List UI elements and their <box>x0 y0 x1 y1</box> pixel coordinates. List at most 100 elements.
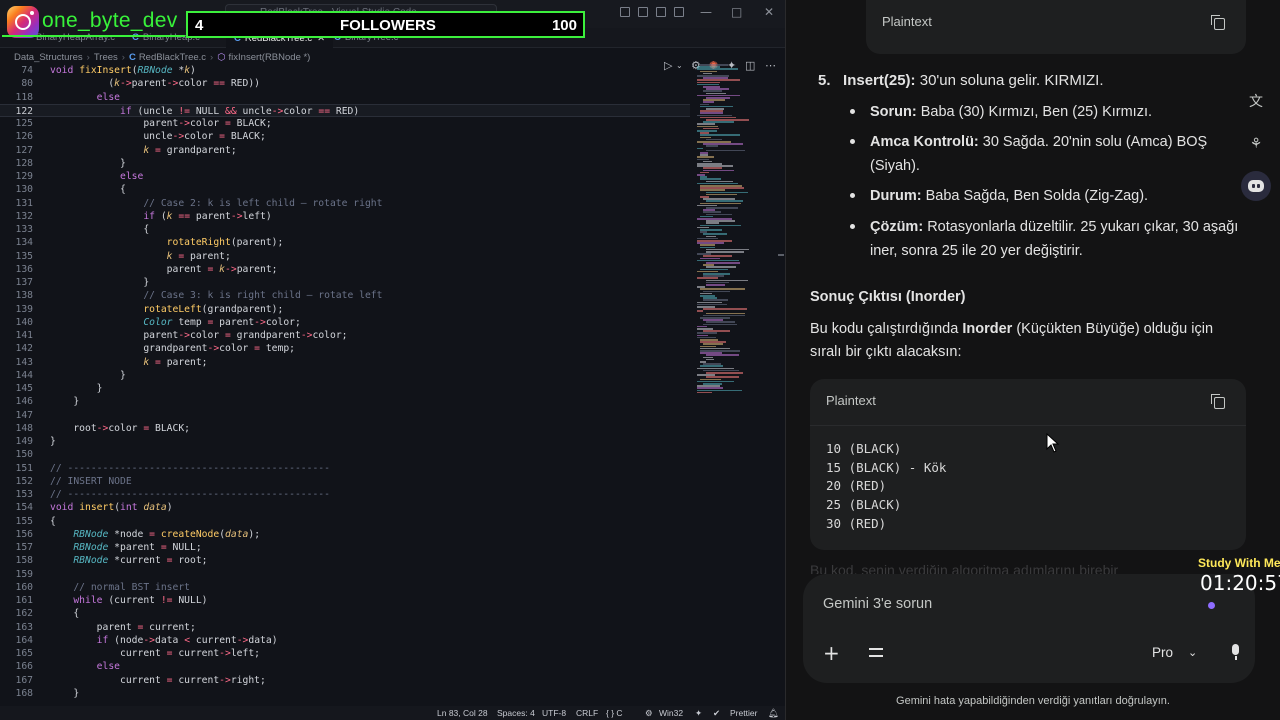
platform[interactable]: Win32 <box>659 708 683 718</box>
code-line[interactable]: 166 else <box>0 660 690 673</box>
code-line[interactable]: 160 // normal BST insert <box>0 581 690 594</box>
code-line[interactable]: 136 parent = k->parent; <box>0 263 690 276</box>
prompt-input[interactable]: Gemini 3'e sorun <box>823 596 932 612</box>
tools-icon[interactable] <box>869 646 885 660</box>
code-line[interactable]: 135 k = parent; <box>0 250 690 263</box>
code-line[interactable]: 164 if (node->data < current->data) <box>0 634 690 647</box>
code-area[interactable]: 74 void fixInsert(RBNode *k) 80 (k->parent… <box>0 64 690 706</box>
breadcrumb-folder[interactable]: Trees <box>94 52 118 63</box>
line-number: 132 <box>15 210 34 222</box>
code-line[interactable]: 168 } <box>0 687 690 700</box>
notifications-bell-icon[interactable]: 🔔︎ <box>768 708 779 719</box>
code-line[interactable]: 147 <box>0 409 690 422</box>
code-line[interactable]: 144 } <box>0 369 690 382</box>
code-line[interactable]: 157 RBNode *parent = NULL; <box>0 541 690 554</box>
code-line[interactable]: 129 else <box>0 170 690 183</box>
minimap[interactable] <box>693 64 775 394</box>
line-number: 126 <box>15 131 34 143</box>
code-line[interactable]: 149} <box>0 435 690 448</box>
code-line[interactable]: 152 // INSERT NODE <box>0 475 690 488</box>
mic-icon[interactable] <box>1230 644 1240 662</box>
code-line[interactable]: 130 { <box>0 183 690 196</box>
bot-icon[interactable] <box>1241 171 1271 201</box>
copilot-status-icon[interactable]: ✦ <box>695 708 702 719</box>
code-line[interactable]: 125 parent->color = BLACK; <box>0 117 690 130</box>
line-ending[interactable]: CRLF <box>576 708 598 718</box>
copy-icon[interactable] <box>1211 394 1225 409</box>
code-line[interactable]: 132 if (k == parent->left) <box>0 210 690 223</box>
layout-icon[interactable] <box>620 7 630 17</box>
translate-icon[interactable]: 文 <box>1241 87 1271 117</box>
line-source: RBNode *node = createNode(data); <box>73 528 261 540</box>
toggle-primary-sidebar-icon[interactable] <box>638 7 648 17</box>
c-file-icon: C <box>132 32 139 43</box>
code-line[interactable]: 150 <box>0 448 690 461</box>
close-window-icon[interactable]: ✕ <box>764 5 774 19</box>
toggle-panel-icon[interactable] <box>656 7 666 17</box>
code-line[interactable]: 134 rotateRight(parent); <box>0 236 690 249</box>
code-line[interactable]: 161 while (current != NULL) <box>0 594 690 607</box>
line-source: else <box>96 91 121 103</box>
prompt-input-box[interactable]: Gemini 3'e sorun + Pro ⌄ <box>803 574 1255 683</box>
chevron-down-icon[interactable]: ⌄ <box>1188 646 1197 659</box>
vertical-scrollbar[interactable] <box>777 64 785 704</box>
status-bar: Ln 83, Col 28 Spaces: 4 UTF-8 CRLF { } C… <box>0 706 785 720</box>
line-number: 156 <box>15 528 34 540</box>
code-line[interactable]: 154 void insert(int data) <box>0 501 690 514</box>
extension-icon[interactable]: ⚘ <box>1241 129 1271 159</box>
code-line[interactable]: 142 grandparent->color = temp; <box>0 342 690 355</box>
code-line[interactable]: 165 current = current->left; <box>0 647 690 660</box>
code-line[interactable]: 146 } <box>0 395 690 408</box>
line-number: 118 <box>15 91 34 103</box>
plus-icon[interactable]: + <box>823 641 840 665</box>
formatter[interactable]: Prettier <box>730 708 757 718</box>
code-line[interactable]: 159 <box>0 568 690 581</box>
line-number: 74 <box>21 65 33 76</box>
output-line: 25 (BLACK) <box>826 497 902 513</box>
code-line[interactable]: 156 RBNode *node = createNode(data); <box>0 528 690 541</box>
code-line[interactable]: 145 } <box>0 382 690 395</box>
code-line[interactable]: 143 k = parent; <box>0 356 690 369</box>
breadcrumb-file[interactable]: RedBlackTree.c <box>139 52 206 63</box>
encoding[interactable]: UTF-8 <box>542 708 566 718</box>
code-line[interactable]: 140 Color temp = parent->color; <box>0 316 690 329</box>
code-line[interactable]: 148 root->color = BLACK; <box>0 422 690 435</box>
code-line[interactable]: 133 { <box>0 223 690 236</box>
line-number: 143 <box>15 356 34 368</box>
code-line[interactable]: 141 parent->color = grandparent->color; <box>0 329 690 342</box>
code-line[interactable]: 153 // ----------------------------------… <box>0 488 690 501</box>
code-line[interactable]: 158 RBNode *current = root; <box>0 554 690 567</box>
breadcrumb-folder[interactable]: Data_Structures <box>14 52 83 63</box>
code-line[interactable]: 122 if (uncle != NULL && uncle->color ==… <box>0 103 690 117</box>
code-line[interactable]: 163 parent = current; <box>0 621 690 634</box>
code-line[interactable]: 139 rotateLeft(grandparent); <box>0 303 690 316</box>
breadcrumb[interactable]: Data_Structures › Trees › C RedBlackTree.c › ⬡ f… <box>14 52 310 63</box>
code-line[interactable]: 118 else <box>0 91 690 104</box>
language-mode[interactable]: { } C <box>606 708 623 718</box>
code-line[interactable]: 167 current = current->right; <box>0 674 690 687</box>
model-selector[interactable]: Pro <box>1152 645 1173 660</box>
code-line[interactable]: 151 // ----------------------------------… <box>0 462 690 475</box>
toggle-secondary-sidebar-icon[interactable] <box>674 7 684 17</box>
code-line[interactable]: 138 // Case 3: k is right child — rotate… <box>0 289 690 302</box>
code-line[interactable]: 162 { <box>0 607 690 620</box>
code-line[interactable]: 137 } <box>0 276 690 289</box>
minimize-icon[interactable]: — <box>700 5 712 19</box>
code-line[interactable]: 74 void fixInsert(RBNode *k) <box>0 64 690 77</box>
code-line[interactable]: 127 k = grandparent; <box>0 144 690 157</box>
copy-icon[interactable] <box>1211 15 1225 30</box>
breadcrumb-symbol[interactable]: fixInsert(RBNode *) <box>229 52 311 63</box>
settings-sync-icon[interactable]: ⚙ <box>645 708 653 719</box>
step-title: Insert(25): <box>843 72 916 89</box>
code-line[interactable]: 155 { <box>0 515 690 528</box>
code-line[interactable]: 131 // Case 2: k is left child — rotate … <box>0 197 690 210</box>
bullet-label: Durum: <box>870 188 922 204</box>
indentation[interactable]: Spaces: 4 <box>497 708 535 718</box>
maximize-icon[interactable]: □ <box>731 5 742 19</box>
line-number: 162 <box>15 608 34 620</box>
output-text-bold: Inorder <box>962 321 1013 337</box>
code-line[interactable]: 126 uncle->color = BLACK; <box>0 130 690 143</box>
cursor-position[interactable]: Ln 83, Col 28 <box>437 708 488 718</box>
code-line[interactable]: 80 (k->parent->color == RED)) <box>0 77 690 90</box>
code-line[interactable]: 128 } <box>0 157 690 170</box>
